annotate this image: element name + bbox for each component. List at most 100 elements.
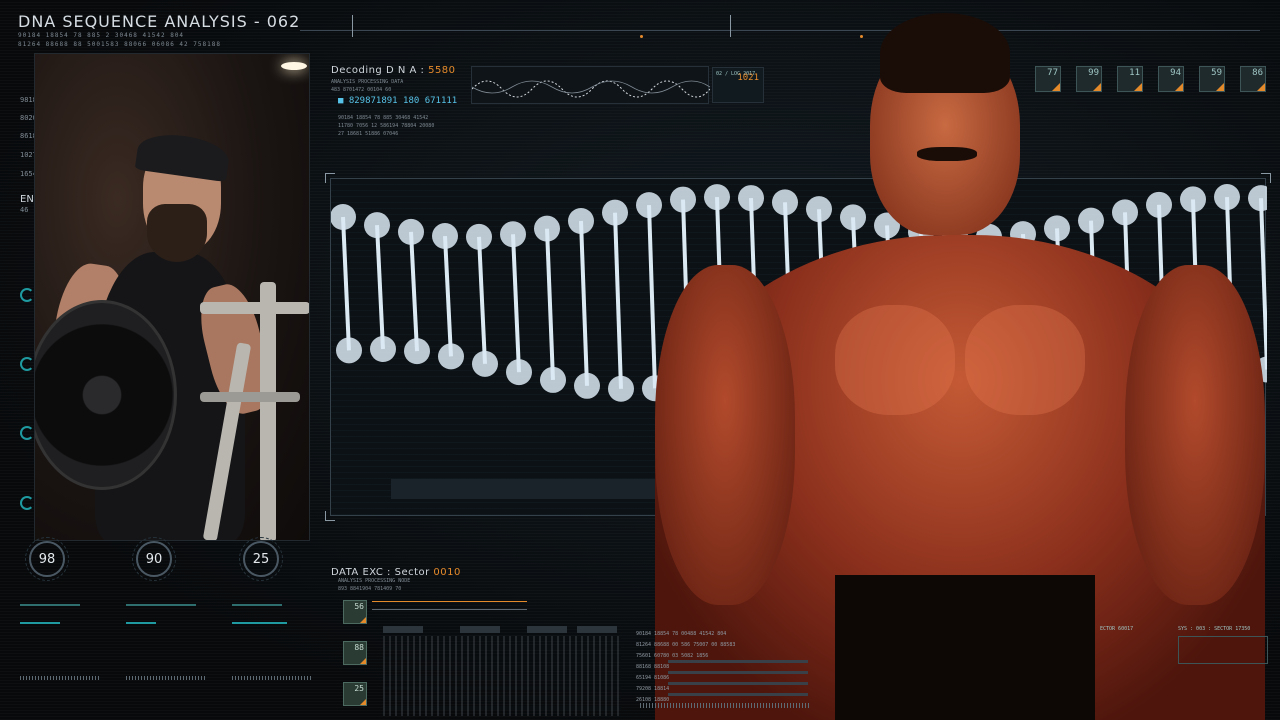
- gauge-value: 90: [145, 551, 163, 567]
- header-code-line-1: 90184 18854 78 885 2 30468 41542 804: [18, 32, 185, 39]
- stats-row: 81264 88688 00 586 75007 00 88583: [636, 642, 736, 648]
- data-exc-sub: ANALYSIS PROCESSING NODE: [338, 578, 411, 584]
- sector-tile: 25: [343, 682, 367, 706]
- decoding-row: 27 18681 51886 07046: [338, 131, 399, 137]
- progress-line: [20, 622, 60, 624]
- helix-rung: [443, 235, 453, 357]
- progress-line: [232, 604, 282, 606]
- bodybuilder-hair: [880, 13, 1010, 93]
- decoding-sub2: 483 8701472 00104 60: [331, 87, 392, 93]
- photo-beard: [147, 204, 207, 262]
- progress-line: [126, 622, 156, 624]
- helix-node: [438, 343, 464, 370]
- bodybuilder-right-arm: [1125, 265, 1265, 605]
- sector-label: ECTOR 60017: [1100, 626, 1134, 632]
- helix-node: [608, 375, 634, 402]
- stat-bar: [668, 671, 808, 674]
- helix-node: [331, 204, 356, 230]
- helix-rung: [477, 236, 487, 364]
- stat-bar: [668, 693, 808, 696]
- helix-node: [540, 366, 566, 393]
- helix-node: [398, 218, 424, 245]
- helix-node: [466, 223, 492, 250]
- helix-rung: [579, 220, 589, 386]
- helix-rung: [409, 231, 419, 352]
- frame-corner: [325, 511, 335, 521]
- column-tag: [460, 626, 500, 633]
- gauge: 25: [239, 537, 283, 581]
- helix-node: [336, 337, 362, 364]
- stat-bar: [668, 682, 808, 685]
- column-tag: [527, 626, 567, 633]
- barcode: [20, 676, 100, 680]
- status-dot: [640, 35, 643, 38]
- barcode: [232, 676, 312, 680]
- data-grid: [383, 636, 621, 716]
- side-sublabel: 46: [20, 206, 29, 214]
- stats-row: 90184 18854 78 00488 41542 804: [636, 631, 727, 637]
- weight-plate: [35, 300, 177, 490]
- helix-rung: [613, 212, 623, 389]
- header-code-line-2: 81264 88688 88 5001583 88066 06086 42 75…: [18, 41, 221, 48]
- helix-node: [370, 336, 396, 363]
- data-exc-heading: DATA EXC : Sector 0010: [331, 567, 461, 578]
- data-exc-value: 0010: [433, 567, 461, 578]
- sector-tile: 56: [343, 600, 367, 624]
- bodybuilder-pec: [835, 305, 955, 415]
- helix-node: [472, 350, 498, 377]
- decoding-sub: ANALYSIS PROCESSING DATA: [331, 79, 404, 85]
- ring-indicator-icon: [20, 357, 34, 371]
- helix-rung: [511, 234, 521, 373]
- decoding-row: 90184 18854 78 885 30468 41542: [338, 115, 429, 121]
- barcode: [640, 703, 810, 708]
- page-title: DNA SEQUENCE ANALYSIS - 062: [18, 12, 301, 31]
- helix-node: [574, 372, 600, 399]
- helix-rung: [375, 225, 385, 350]
- top-tick: [352, 15, 353, 37]
- ring-indicator-icon: [20, 496, 34, 510]
- grey-line: [372, 609, 527, 610]
- column-tag: [383, 626, 423, 633]
- decoding-value: 5580: [428, 65, 456, 76]
- barcode: [126, 676, 206, 680]
- decoding-row: 11780 7056 12 586194 78804 20080: [338, 123, 435, 129]
- side-label: EN: [20, 194, 34, 205]
- bodybuilder-pec: [965, 305, 1085, 415]
- helix-node: [602, 199, 628, 226]
- bodybuilder-shorts: [835, 575, 1095, 720]
- stat-bar: [668, 660, 808, 663]
- decoding-heading: Decoding D N A : 5580: [331, 65, 456, 76]
- decoding-big-number: ■ 829871891 180 671111: [338, 96, 458, 106]
- helix-rung: [341, 216, 351, 351]
- ring-indicator-icon: [20, 426, 34, 440]
- bodybuilder-mustache: [917, 147, 977, 161]
- gauge-value: 98: [38, 551, 56, 567]
- weight-rack: [200, 282, 309, 540]
- column-tag: [577, 626, 617, 633]
- sys-panel: [1178, 636, 1268, 664]
- helix-node: [500, 221, 526, 248]
- helix-node: [404, 338, 430, 365]
- bodybuilder-left-arm: [655, 265, 795, 605]
- ceiling-light: [281, 62, 307, 70]
- progress-line: [232, 622, 287, 624]
- helix-node: [432, 223, 458, 250]
- sector-tile: 88: [343, 641, 367, 665]
- gauge: 98: [25, 537, 69, 581]
- helix-rung: [545, 228, 555, 381]
- helix-node: [506, 359, 532, 386]
- sys-label: SYS : 003 : SECTOR 17350: [1178, 626, 1251, 632]
- orange-line: [372, 601, 527, 602]
- bodybuilder-image: [655, 5, 1265, 720]
- gauge-value: 25: [252, 551, 270, 567]
- frame-corner: [325, 173, 335, 183]
- helix-node: [364, 212, 390, 239]
- ring-indicator-icon: [20, 288, 34, 302]
- gym-photo: [34, 53, 310, 541]
- helix-node: [534, 215, 560, 242]
- helix-node: [568, 208, 594, 235]
- progress-line: [20, 604, 80, 606]
- data-exc-sub2: 893 8841904 781409 70: [338, 586, 402, 592]
- progress-line: [126, 604, 196, 606]
- gauge: 90: [132, 537, 176, 581]
